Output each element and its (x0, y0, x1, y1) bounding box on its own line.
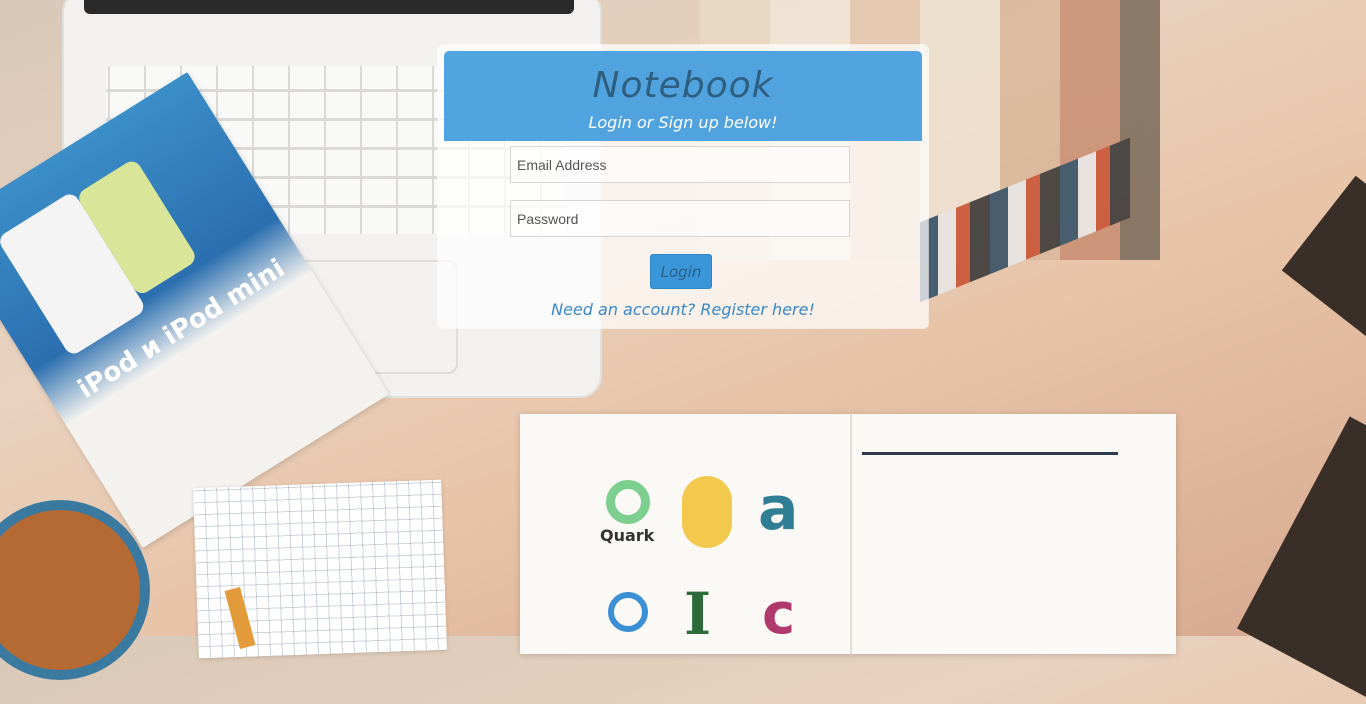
books-spines (920, 137, 1130, 303)
grid-notepad-image (193, 479, 447, 659)
quark-logo-label: Quark (600, 526, 655, 545)
panel-header: Notebook Login or Sign up below! (444, 51, 922, 141)
open-book-image: Quark a I c (520, 414, 1176, 654)
leaf-logo-icon: I (684, 580, 712, 648)
stripes-logo-icon (608, 592, 648, 632)
quark-logo-icon (606, 480, 650, 524)
password-field[interactable] (510, 200, 850, 237)
book-rule (862, 452, 1118, 455)
login-button[interactable]: Login (650, 254, 712, 289)
brand-title: Notebook (592, 65, 774, 106)
c-logo-icon (682, 476, 732, 548)
laptop-screen-edge (84, 0, 574, 14)
a-logo-icon: a (758, 474, 799, 544)
book-spine (850, 414, 852, 654)
register-link[interactable]: Need an account? Register here! (438, 300, 928, 319)
decorative-plate (0, 500, 150, 680)
dark-object-image (1281, 175, 1366, 345)
dark-object-image-2 (1237, 416, 1366, 704)
c-logo-purple-icon: c (762, 582, 796, 647)
panel-tagline: Login or Sign up below! (588, 113, 778, 132)
email-field[interactable] (510, 146, 850, 183)
login-panel: Notebook Login or Sign up below! Login N… (438, 45, 928, 328)
